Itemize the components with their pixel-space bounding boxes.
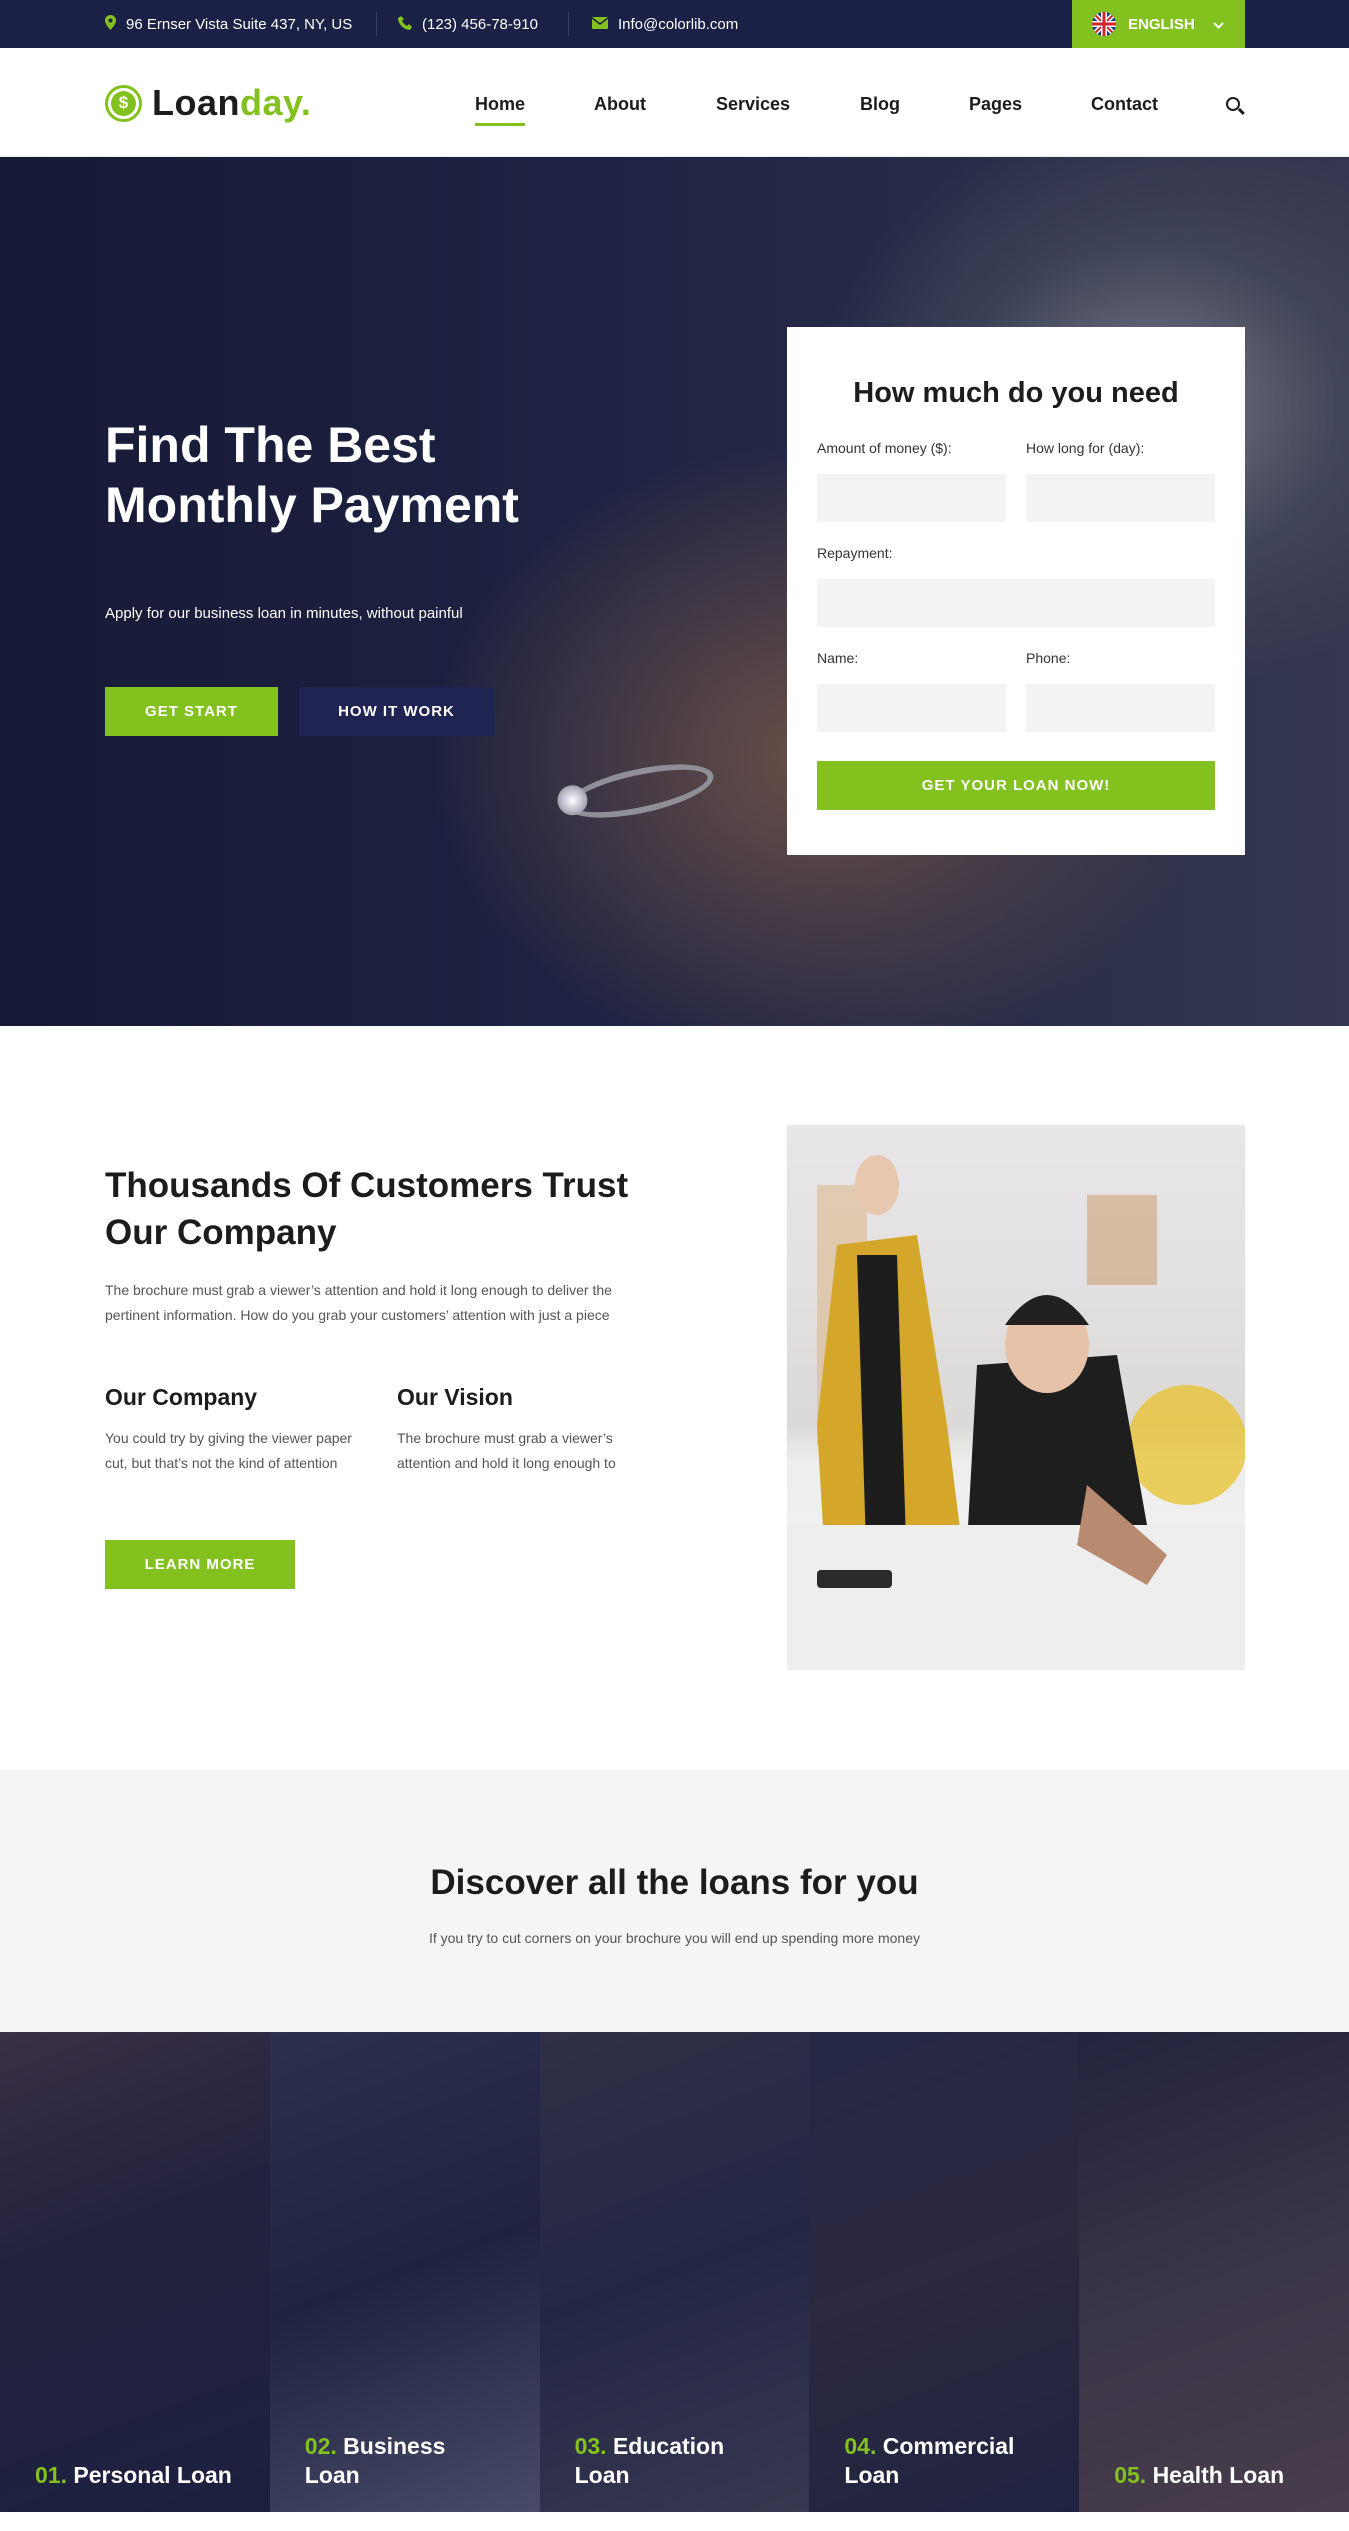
vision-text: The brochure must grab a viewer’s attent…: [397, 1430, 616, 1471]
get-start-button[interactable]: GET START: [105, 687, 278, 736]
hero-title: Find The Best Monthly Payment: [105, 417, 519, 533]
loan-card-personal[interactable]: 01. Personal Loan: [0, 2032, 270, 2512]
repayment-label: Repayment:: [817, 545, 893, 561]
logo[interactable]: $ Loanday.: [105, 82, 311, 124]
uk-flag-icon: [1092, 12, 1116, 36]
logo-text: Loanday.: [152, 82, 312, 123]
divider: [376, 12, 377, 36]
loan-card-title: 02. Business Loan: [304, 2433, 446, 2488]
loan-card-health[interactable]: 05. Health Loan: [1079, 2032, 1349, 2512]
form-title: How much do you need: [853, 377, 1179, 409]
nav-contact[interactable]: Contact: [1091, 94, 1158, 115]
phone-icon: [398, 15, 412, 33]
hero-section: Find The Best Monthly Payment Apply for …: [0, 157, 1349, 1026]
loan-card-education[interactable]: 03. Education Loan: [539, 2032, 810, 2512]
amount-field[interactable]: [817, 474, 1006, 522]
phone-info[interactable]: (123) 456-78-910: [398, 0, 538, 48]
email-info[interactable]: Info@colorlib.com: [591, 0, 739, 48]
nav-services[interactable]: Services: [716, 94, 790, 115]
how-it-work-button[interactable]: HOW IT WORK: [299, 687, 494, 736]
envelope-icon: [591, 16, 609, 32]
site-header: $ Loanday. Home About Services Blog Page…: [0, 48, 1349, 157]
language-selector[interactable]: ENGLISH: [1072, 0, 1245, 48]
discover-subtitle: If you try to cut corners on your brochu…: [428, 1930, 921, 1946]
discover-section: Discover all the loans for you If you tr…: [0, 1770, 1349, 2032]
about-lead: The brochure must grab a viewer’s attent…: [105, 1282, 612, 1323]
loan-card-commercial[interactable]: 04. Commercial Loan: [809, 2032, 1080, 2512]
name-field[interactable]: [817, 684, 1006, 732]
about-title: Thousands Of Customers Trust Our Company: [105, 1166, 629, 1252]
email-text: Info@colorlib.com: [618, 15, 739, 33]
amount-label: Amount of money ($):: [817, 440, 952, 456]
get-loan-button[interactable]: GET YOUR LOAN NOW!: [817, 761, 1215, 810]
address-info: 96 Ernser Vista Suite 437, NY, US: [105, 0, 352, 48]
repayment-field[interactable]: [817, 579, 1215, 627]
loan-card-title: 05. Health Loan: [1114, 2462, 1285, 2488]
nav-home[interactable]: Home: [475, 94, 526, 126]
phone-label: Phone:: [1026, 650, 1071, 666]
duration-label: How long for (day):: [1026, 440, 1145, 456]
loan-card-business[interactable]: 02. Business Loan: [269, 2032, 540, 2512]
team-photo: [787, 1125, 1245, 1670]
duration-field[interactable]: [1026, 474, 1215, 522]
vision-title: Our Vision: [397, 1384, 513, 1410]
address-text: 96 Ernser Vista Suite 437, NY, US: [126, 15, 353, 33]
learn-more-button[interactable]: LEARN MORE: [105, 1540, 295, 1589]
nav-pages[interactable]: Pages: [969, 94, 1022, 115]
map-pin-icon: [105, 15, 116, 33]
company-title: Our Company: [105, 1384, 258, 1410]
phone-text: (123) 456-78-910: [422, 15, 538, 33]
language-label: ENGLISH: [1128, 15, 1195, 33]
search-icon[interactable]: [1226, 97, 1240, 111]
discover-title: Discover all the loans for you: [430, 1863, 919, 1902]
phone-field[interactable]: [1026, 684, 1215, 732]
nav-blog[interactable]: Blog: [860, 94, 900, 115]
name-label: Name:: [817, 650, 859, 666]
loan-card-title: 01. Personal Loan: [35, 2462, 232, 2488]
nav-about[interactable]: About: [594, 94, 646, 115]
loan-card-title: 04. Commercial Loan: [844, 2433, 1015, 2488]
company-text: You could try by giving the viewer paper…: [105, 1430, 352, 1471]
divider: [568, 12, 569, 36]
loan-cards: 01. Personal Loan 02. Business Loan 03. …: [0, 2032, 1349, 2512]
top-bar: 96 Ernser Vista Suite 437, NY, US (123) …: [0, 0, 1349, 48]
loan-card-title: 03. Education Loan: [574, 2433, 725, 2488]
dollar-coin-icon: $: [105, 84, 142, 122]
chevron-down-icon: [1212, 16, 1224, 33]
ring-image: [562, 753, 718, 829]
hero-subtitle: Apply for our business loan in minutes, …: [105, 605, 463, 622]
loan-form: How much do you need Amount of money ($)…: [787, 327, 1245, 855]
